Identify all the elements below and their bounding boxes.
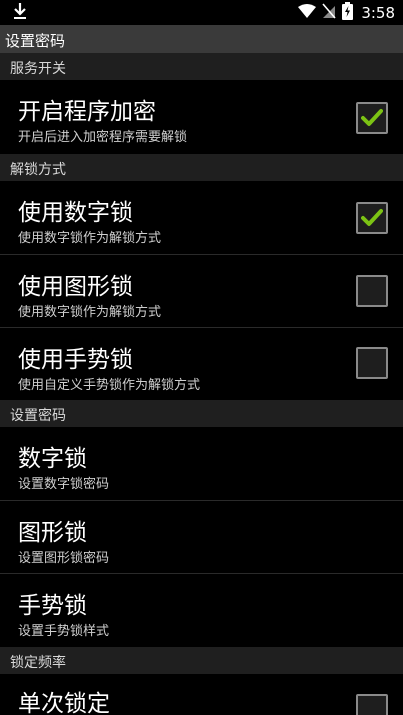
- pref-title: 使用数字锁: [18, 200, 133, 226]
- pref-title: 使用手势锁: [18, 347, 133, 373]
- pref-subtitle: 设置数字锁密码: [18, 477, 110, 492]
- use-number-lock-checkbox[interactable]: [356, 202, 388, 234]
- section-header-set-password: 设置密码: [0, 400, 403, 427]
- pref-use-pattern-lock[interactable]: 使用图形锁 使用数字锁作为解锁方式: [0, 255, 403, 327]
- pref-use-gesture-lock[interactable]: 使用手势锁 使用自定义手势锁作为解锁方式: [0, 328, 403, 400]
- no-sim-icon: [322, 2, 336, 23]
- pref-use-number-lock[interactable]: 使用数字锁 使用数字锁作为解锁方式: [0, 181, 403, 253]
- pref-subtitle: 使用数字锁作为解锁方式: [18, 305, 162, 320]
- section-label: 锁定频率: [10, 655, 66, 671]
- section-header-service-switch: 服务开关: [0, 53, 403, 80]
- section-label: 服务开关: [10, 61, 66, 77]
- pref-subtitle: 使用数字锁作为解锁方式: [18, 231, 162, 246]
- checkmark-icon: [361, 109, 383, 126]
- pref-title: 数字锁: [18, 446, 87, 472]
- section-label: 解锁方式: [10, 162, 66, 178]
- status-time: 3:58: [361, 3, 395, 22]
- enable-encryption-checkbox[interactable]: [356, 102, 388, 134]
- pref-title: 手势锁: [18, 593, 87, 619]
- page-title: 设置密码: [5, 32, 66, 50]
- battery-charging-icon: [342, 1, 354, 24]
- title-bar: 设置密码: [0, 25, 403, 53]
- single-lock-checkbox[interactable]: [356, 694, 388, 715]
- section-header-unlock-method: 解锁方式: [0, 154, 403, 181]
- checkmark-icon: [361, 209, 383, 226]
- pref-subtitle: 开启后进入加密程序需要解锁: [18, 130, 188, 145]
- pref-pattern-lock[interactable]: 图形锁 设置图形锁密码: [0, 501, 403, 573]
- pref-subtitle: 设置图形锁密码: [18, 551, 110, 566]
- section-header-lock-frequency: 锁定频率: [0, 647, 403, 674]
- wifi-icon: [298, 3, 317, 22]
- use-gesture-lock-checkbox[interactable]: [356, 347, 388, 379]
- pref-title: 图形锁: [18, 520, 87, 546]
- pref-title: 开启程序加密: [18, 99, 156, 125]
- pref-single-lock[interactable]: 单次锁定: [0, 674, 403, 715]
- pref-title: 单次锁定: [18, 691, 110, 715]
- download-icon: [12, 2, 28, 24]
- pref-number-lock[interactable]: 数字锁 设置数字锁密码: [0, 427, 403, 500]
- pref-enable-encryption[interactable]: 开启程序加密 开启后进入加密程序需要解锁: [0, 80, 403, 153]
- pref-subtitle: 设置手势锁样式: [18, 624, 110, 639]
- pref-title: 使用图形锁: [18, 274, 133, 300]
- section-label: 设置密码: [10, 408, 66, 424]
- use-pattern-lock-checkbox[interactable]: [356, 275, 388, 307]
- status-bar: 3:58: [0, 0, 403, 25]
- pref-subtitle: 使用自定义手势锁作为解锁方式: [18, 378, 201, 393]
- pref-gesture-lock[interactable]: 手势锁 设置手势锁样式: [0, 574, 403, 646]
